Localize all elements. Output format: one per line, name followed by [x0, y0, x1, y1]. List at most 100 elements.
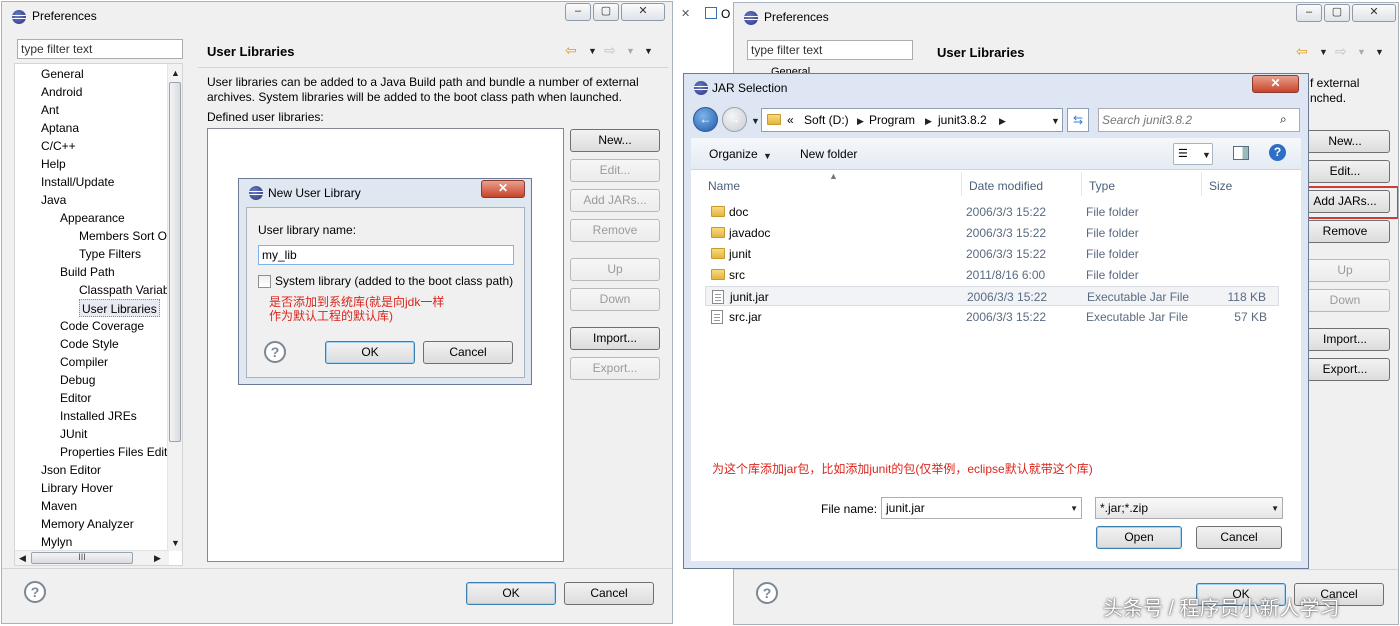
close-icon[interactable]: ✕: [681, 7, 690, 20]
tree-item[interactable]: Build Path: [60, 263, 115, 281]
back-nav-button[interactable]: ←: [693, 107, 718, 132]
library-name-input[interactable]: my_lib: [258, 245, 514, 265]
help-icon[interactable]: ?: [264, 341, 286, 363]
column-header-name[interactable]: Name: [708, 179, 740, 193]
tree-item[interactable]: User Libraries: [79, 299, 160, 317]
hscroll-thumb[interactable]: III: [31, 552, 133, 564]
breadcrumb-separator-icon[interactable]: ▶: [925, 116, 932, 127]
tree-item[interactable]: C/C++: [41, 137, 76, 155]
tree-horizontal-scrollbar[interactable]: ◀ III ▶: [15, 550, 169, 565]
view-menu-icon[interactable]: ▼: [1375, 47, 1384, 57]
close-button[interactable]: ✕: [621, 3, 665, 21]
tree-item[interactable]: Type Filters: [79, 245, 141, 263]
help-icon[interactable]: ?: [756, 582, 778, 604]
tree-item[interactable]: Install/Update: [41, 173, 114, 191]
view-options-button[interactable]: ☰ ▼: [1173, 143, 1213, 165]
breadcrumb-separator-icon[interactable]: ▶: [999, 116, 1006, 127]
tree-item[interactable]: Code Style: [60, 335, 119, 353]
search-icon[interactable]: ⌕: [1280, 112, 1287, 127]
open-button[interactable]: Open: [1096, 526, 1182, 549]
system-library-checkbox[interactable]: [258, 275, 271, 288]
file-row[interactable]: src.jar 2006/3/3 15:22 Executable Jar File…: [705, 307, 1279, 327]
address-dropdown-icon[interactable]: ▼: [1051, 116, 1060, 126]
tree-item[interactable]: JUnit: [60, 425, 87, 443]
scroll-up-arrow-icon[interactable]: ▲: [171, 68, 180, 78]
maximize-button[interactable]: ▢: [1324, 4, 1350, 22]
column-header-size[interactable]: Size: [1209, 179, 1232, 193]
scroll-down-arrow-icon[interactable]: ▼: [171, 538, 180, 548]
tree-item[interactable]: Android: [41, 83, 82, 101]
address-bar[interactable]: « Soft (D:) ▶ Program ▶ junit3.8.2 ▶ ▼: [761, 108, 1063, 132]
close-button[interactable]: ✕: [1352, 4, 1396, 22]
column-header-date[interactable]: Date modified: [969, 179, 1043, 193]
tree-item[interactable]: Memory Analyzer: [41, 515, 134, 533]
minimize-button[interactable]: –: [565, 3, 591, 21]
breadcrumb-2[interactable]: junit3.8.2: [938, 113, 987, 127]
new-button[interactable]: New...: [1300, 130, 1390, 153]
filter-input[interactable]: type filter text: [747, 40, 913, 60]
breadcrumb-separator-icon[interactable]: ▶: [857, 116, 864, 127]
help-icon[interactable]: ?: [24, 581, 46, 603]
background-tab-label[interactable]: O: [721, 7, 730, 21]
minimize-button[interactable]: –: [1296, 4, 1322, 22]
file-row[interactable]: javadoc 2006/3/3 15:22 File folder: [705, 223, 1279, 243]
back-dropdown-icon[interactable]: ▼: [1319, 47, 1328, 57]
back-arrow-icon[interactable]: ⇦: [565, 42, 577, 59]
tree-item[interactable]: Compiler: [60, 353, 108, 371]
import-button[interactable]: Import...: [1300, 328, 1390, 351]
view-dropdown-icon[interactable]: ▼: [1202, 150, 1211, 160]
scroll-right-arrow-icon[interactable]: ▶: [154, 553, 161, 564]
tree-item[interactable]: Maven: [41, 497, 77, 515]
dialog-ok-button[interactable]: OK: [325, 341, 415, 364]
tree-item[interactable]: Editor: [60, 389, 91, 407]
new-button[interactable]: New...: [570, 129, 660, 152]
jar-cancel-button[interactable]: Cancel: [1196, 526, 1282, 549]
search-input[interactable]: Search junit3.8.2: [1098, 108, 1300, 132]
file-row[interactable]: junit.jar 2006/3/3 15:22 Executable Jar Fi…: [705, 286, 1279, 306]
export-button[interactable]: Export...: [1300, 358, 1390, 381]
organize-menu[interactable]: Organize: [709, 147, 758, 161]
file-type-filter[interactable]: *.jar;*.zip ▼: [1095, 497, 1283, 519]
edit-button[interactable]: Edit...: [1300, 160, 1390, 183]
tree-item[interactable]: Json Editor: [41, 461, 101, 479]
tree-item[interactable]: Members Sort O: [79, 227, 167, 245]
tree-item[interactable]: Installed JREs: [60, 407, 137, 425]
overflow-chevron-icon[interactable]: «: [787, 113, 794, 127]
tree-item[interactable]: Classpath Variab: [79, 281, 170, 299]
preview-pane-icon[interactable]: [1233, 146, 1249, 160]
refresh-button[interactable]: ⇆: [1067, 108, 1089, 132]
remove-button[interactable]: Remove: [1300, 220, 1390, 243]
dialog-cancel-button[interactable]: Cancel: [423, 341, 513, 364]
breadcrumb-1[interactable]: Program: [869, 113, 915, 127]
scroll-left-arrow-icon[interactable]: ◀: [19, 553, 26, 564]
tree-item[interactable]: Library Hover: [41, 479, 113, 497]
help-icon[interactable]: ?: [1269, 144, 1286, 161]
file-row[interactable]: src 2011/8/16 6:00 File folder: [705, 265, 1279, 285]
organize-dropdown-icon[interactable]: ▼: [763, 151, 772, 161]
file-row[interactable]: doc 2006/3/3 15:22 File folder: [705, 202, 1279, 222]
file-name-combo[interactable]: junit.jar ▼: [881, 497, 1082, 519]
tree-item[interactable]: Debug: [60, 371, 95, 389]
tree-item[interactable]: Mylyn: [41, 533, 72, 551]
new-folder-button[interactable]: New folder: [800, 147, 857, 161]
cancel-button[interactable]: Cancel: [564, 582, 654, 605]
tree-item[interactable]: Ant: [41, 101, 59, 119]
file-name-dropdown-icon[interactable]: ▼: [1070, 504, 1078, 513]
import-button[interactable]: Import...: [570, 327, 660, 350]
breadcrumb-0[interactable]: Soft (D:): [804, 113, 849, 127]
tree-item[interactable]: Help: [41, 155, 66, 173]
back-dropdown-icon[interactable]: ▼: [588, 46, 597, 56]
tree-item[interactable]: General: [41, 65, 84, 83]
file-type-dropdown-icon[interactable]: ▼: [1271, 504, 1279, 513]
tree-item[interactable]: Appearance: [60, 209, 125, 227]
view-menu-icon[interactable]: ▼: [644, 46, 653, 56]
dialog-close-button[interactable]: ✕: [1252, 75, 1299, 93]
scroll-thumb[interactable]: [169, 82, 181, 442]
tree-item[interactable]: Java: [41, 191, 66, 209]
back-arrow-icon[interactable]: ⇦: [1296, 43, 1308, 60]
filter-input[interactable]: type filter text: [17, 39, 183, 59]
tree-item[interactable]: Properties Files Edito: [60, 443, 174, 461]
tree-vertical-scrollbar[interactable]: ▲ ▼: [167, 64, 182, 551]
tree-item[interactable]: Aptana: [41, 119, 79, 137]
ok-button[interactable]: OK: [466, 582, 556, 605]
